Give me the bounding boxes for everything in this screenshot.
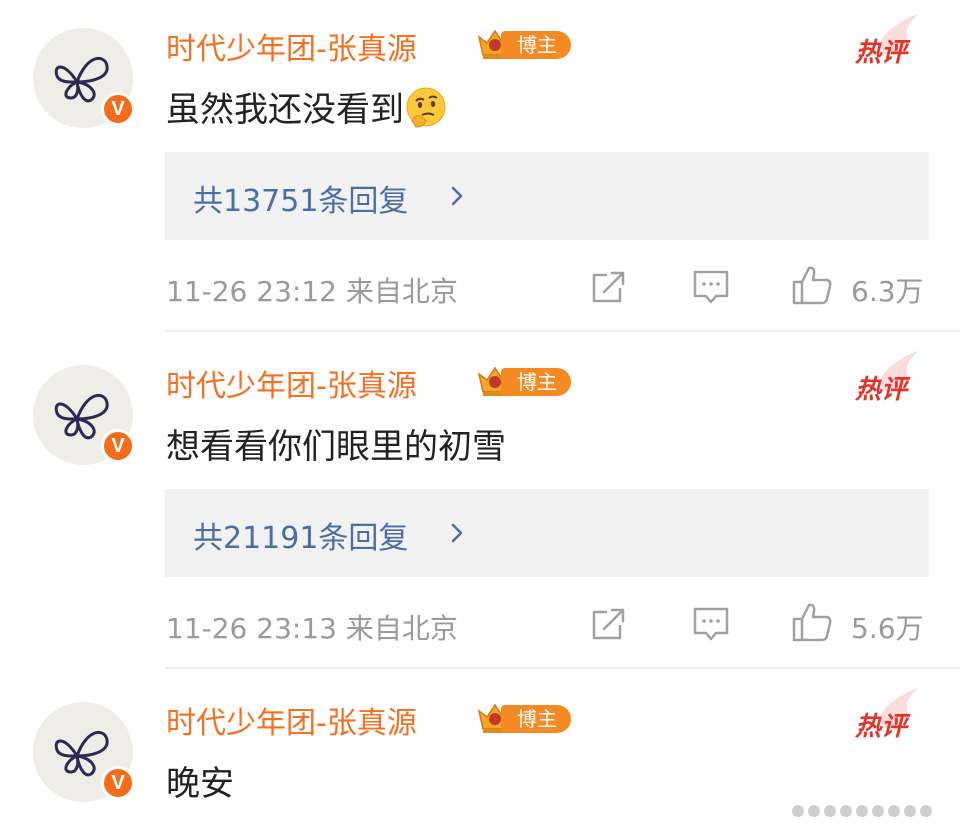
comment-text: 想看看你们眼里的初雪 <box>166 427 506 467</box>
comment-icon[interactable] <box>692 268 730 306</box>
view-replies-link[interactable]: 共13751条回复 <box>193 176 408 220</box>
thumbs-up-icon[interactable] <box>791 601 833 643</box>
avatar[interactable]: V <box>33 28 135 128</box>
thumbs-up-icon[interactable] <box>791 264 833 306</box>
reply-thread-box[interactable]: 共13751条回复 <box>165 152 929 240</box>
username[interactable]: 时代少年团-张真源 <box>166 361 417 405</box>
thinking-face-emoji-icon <box>406 87 446 128</box>
divider <box>165 667 960 669</box>
comment-meta: 11-26 23:13 来自北京 <box>166 607 458 647</box>
comment-icon[interactable] <box>692 605 730 643</box>
comment-time: 11-26 23:12 <box>166 275 337 308</box>
avatar[interactable]: V <box>33 702 135 802</box>
chevron-right-icon <box>451 186 463 206</box>
hot-comment-tag: 热评 <box>855 686 925 742</box>
blogger-badge-label: 博主 <box>501 705 571 733</box>
hot-comment-label: 热评 <box>855 38 908 68</box>
hot-comment-tag: 热评 <box>855 12 925 68</box>
verified-badge: V <box>101 92 135 126</box>
share-icon[interactable] <box>590 268 628 306</box>
comment-meta: 11-26 23:12 来自北京 <box>166 270 458 310</box>
comment-text: 虽然我还没看到 <box>166 82 448 131</box>
hot-comment-tag: 热评 <box>855 349 925 405</box>
view-replies-link[interactable]: 共21191条回复 <box>193 513 408 557</box>
comment-text: 晚安 <box>166 764 234 804</box>
like-count: 5.6万 <box>851 612 924 645</box>
username[interactable]: 时代少年团-张真源 <box>166 24 417 68</box>
hot-comment-label: 热评 <box>855 375 908 405</box>
reply-thread-box[interactable]: 共21191条回复 <box>165 489 929 577</box>
hot-comment-label: 热评 <box>855 712 908 742</box>
blogger-badge: 博主 <box>475 701 571 735</box>
avatar[interactable]: V <box>33 365 135 465</box>
divider <box>165 330 960 332</box>
comment-location: 来自北京 <box>345 612 458 645</box>
blogger-badge: 博主 <box>475 27 571 61</box>
blogger-badge-label: 博主 <box>501 31 571 59</box>
share-icon[interactable] <box>590 605 628 643</box>
comment-time: 11-26 23:13 <box>166 612 337 645</box>
like-count: 6.3万 <box>851 275 924 308</box>
chevron-right-icon <box>451 523 463 543</box>
verified-badge: V <box>101 766 135 800</box>
comment-text-content: 虽然我还没看到 <box>166 90 404 130</box>
blogger-badge-label: 博主 <box>501 368 571 396</box>
blogger-badge: 博主 <box>475 364 571 398</box>
watermark-dots <box>792 805 932 817</box>
verified-badge: V <box>101 429 135 463</box>
username[interactable]: 时代少年团-张真源 <box>166 698 417 742</box>
comment-location: 来自北京 <box>345 275 458 308</box>
